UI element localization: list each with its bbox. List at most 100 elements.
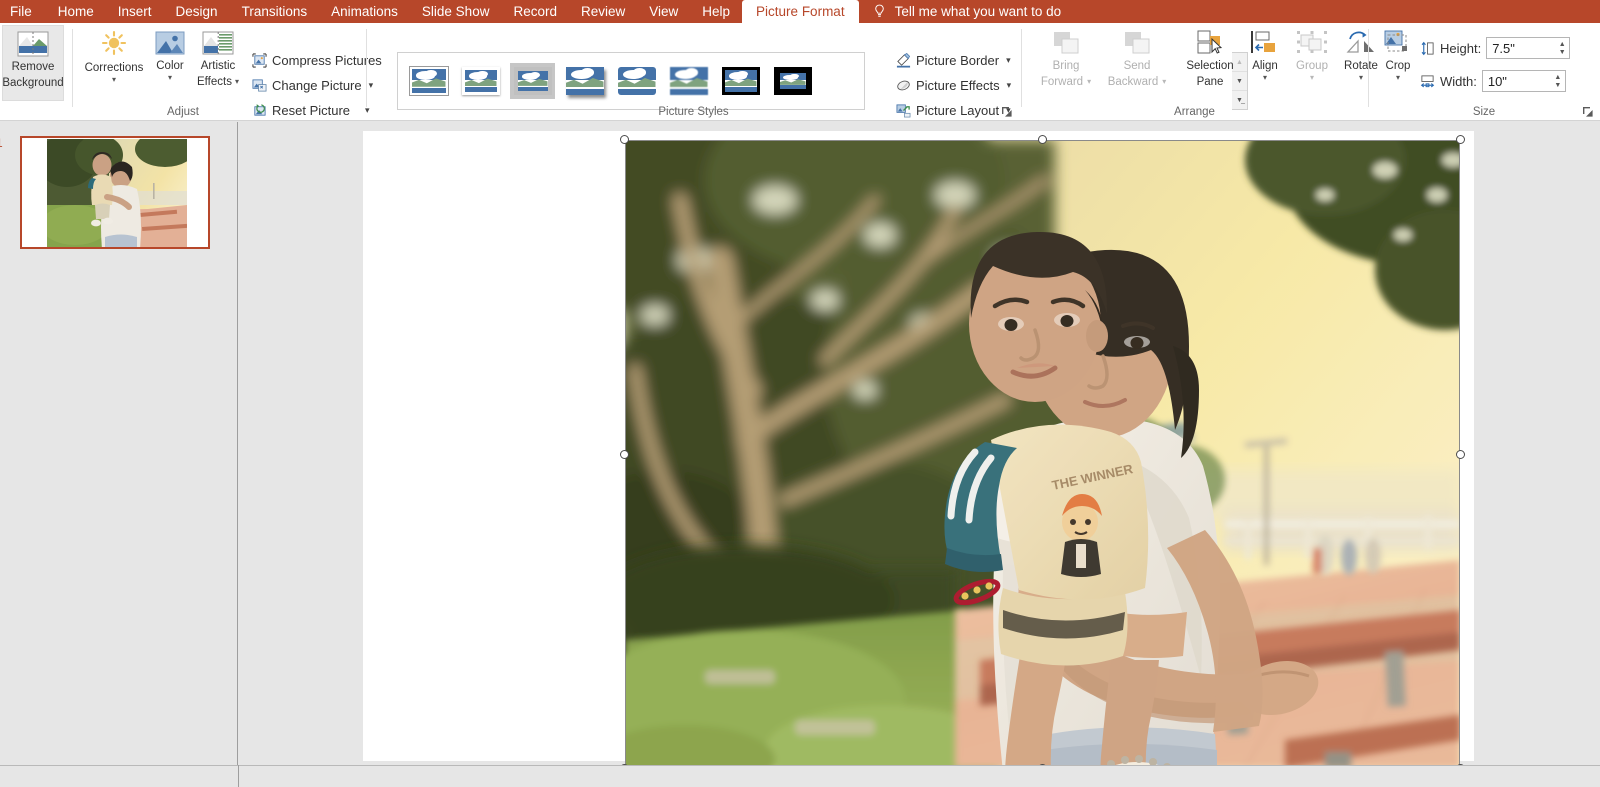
group-button[interactable]: Group ▾ bbox=[1288, 25, 1336, 101]
height-input[interactable]: 7.5" ▲ ▼ bbox=[1486, 37, 1571, 59]
picture-style-5[interactable] bbox=[666, 63, 711, 99]
size-dialog-launcher[interactable] bbox=[1582, 106, 1594, 118]
picture-style-1[interactable] bbox=[458, 63, 503, 99]
chevron-down-icon[interactable]: ▾ bbox=[1396, 73, 1400, 82]
tab-insert[interactable]: Insert bbox=[106, 0, 164, 23]
tab-animations[interactable]: Animations bbox=[319, 0, 410, 23]
workspace: 1 bbox=[0, 122, 1600, 765]
bring-forward-label-2: Forward ▾ bbox=[1040, 75, 1092, 88]
corrections-label: Corrections bbox=[84, 62, 144, 74]
crop-label: Crop bbox=[1385, 60, 1411, 72]
remove-background-label-1: Remove bbox=[11, 61, 55, 73]
width-value: 10" bbox=[1487, 73, 1507, 89]
group-separator bbox=[1021, 29, 1022, 107]
selection-pane-label-2: Pane bbox=[1196, 75, 1224, 88]
tab-transitions[interactable]: Transitions bbox=[230, 0, 320, 23]
group-separator bbox=[72, 29, 73, 107]
ribbon-group-picture-styles: ▲ ▼ ▼̲ Picture Border ▾ Picture Effects … bbox=[366, 23, 1248, 121]
picture-style-0[interactable] bbox=[406, 63, 451, 99]
picture-style-6[interactable] bbox=[718, 63, 763, 99]
tab-file[interactable]: File bbox=[0, 0, 46, 23]
chevron-down-icon[interactable]: ▾ bbox=[168, 73, 172, 82]
tab-view[interactable]: View bbox=[637, 0, 690, 23]
handle-top-center[interactable] bbox=[1038, 135, 1047, 144]
picture-style-4[interactable] bbox=[614, 63, 659, 99]
slide-number-1: 1 bbox=[0, 136, 3, 150]
remove-background-button[interactable]: Remove Background bbox=[2, 25, 64, 101]
height-stepper[interactable]: ▲ ▼ bbox=[1555, 38, 1569, 58]
tab-slide-show[interactable]: Slide Show bbox=[410, 0, 502, 23]
width-input[interactable]: 10" ▲ ▼ bbox=[1481, 70, 1566, 92]
bring-forward-icon bbox=[1054, 32, 1079, 54]
chevron-down-icon[interactable]: ▾ bbox=[1263, 73, 1267, 82]
send-backward-button[interactable]: Send Backward ▾ bbox=[1099, 25, 1175, 101]
align-button[interactable]: Align ▾ bbox=[1242, 25, 1288, 101]
slide-canvas-area[interactable]: THE WINNER bbox=[239, 122, 1600, 765]
crop-button[interactable]: Crop ▾ bbox=[1376, 25, 1420, 101]
width-label: Width: bbox=[1440, 73, 1477, 89]
tab-help[interactable]: Help bbox=[690, 0, 742, 23]
group-label-picture-styles: Picture Styles bbox=[658, 106, 729, 118]
group-separator bbox=[366, 29, 367, 107]
picture-border-button[interactable]: Picture Border ▾ bbox=[893, 49, 1014, 71]
width-icon bbox=[1420, 74, 1435, 87]
handle-middle-right[interactable] bbox=[1456, 450, 1465, 459]
group-label-adjust: Adjust bbox=[167, 106, 199, 118]
ribbon-group-size: Crop ▾ Height: 7.5" ▲ ▼ Width: 10" ▲ ▼ S… bbox=[1368, 23, 1600, 121]
group-label-arrange: Arrange bbox=[1174, 106, 1215, 118]
corrections-sun-icon bbox=[101, 30, 127, 56]
picture-content: THE WINNER bbox=[625, 140, 1460, 765]
artistic-effects-label-2: Effects ▾ bbox=[197, 75, 239, 88]
picture-style-7[interactable] bbox=[770, 63, 815, 99]
picture-effects-button[interactable]: Picture Effects ▾ bbox=[893, 74, 1014, 96]
slide-thumbnail-1[interactable] bbox=[20, 136, 210, 249]
send-backward-label-1: Send bbox=[1123, 60, 1151, 72]
handle-top-right[interactable] bbox=[1456, 135, 1465, 144]
picture-style-2[interactable] bbox=[510, 63, 555, 99]
slide-thumbnail-panel[interactable]: 1 bbox=[0, 122, 238, 765]
remove-background-icon bbox=[17, 31, 49, 57]
chevron-down-icon[interactable]: ▾ bbox=[235, 78, 239, 86]
change-picture-icon bbox=[252, 78, 267, 92]
ribbon: Remove Background Corrections ▾ Color ▾ … bbox=[0, 23, 1600, 121]
selected-picture[interactable]: THE WINNER bbox=[620, 135, 1465, 765]
slide-thumbnail-image bbox=[47, 139, 187, 247]
artistic-effects-button[interactable]: Artistic Effects ▾ bbox=[192, 25, 244, 101]
corrections-button[interactable]: Corrections ▾ bbox=[80, 25, 148, 101]
ribbon-group-arrange: Bring Forward ▾ Send Backward ▾ Selectio… bbox=[1021, 23, 1378, 121]
chevron-down-icon[interactable]: ▾ bbox=[1162, 78, 1166, 86]
send-backward-icon bbox=[1125, 32, 1150, 54]
handle-top-left[interactable] bbox=[620, 135, 629, 144]
tell-me-box[interactable]: Tell me what you want to do bbox=[873, 0, 1061, 23]
change-picture-button[interactable]: Change Picture ▾ bbox=[249, 74, 376, 96]
picture-style-3[interactable] bbox=[562, 63, 607, 99]
tab-record[interactable]: Record bbox=[501, 0, 569, 23]
selection-pane-button[interactable]: Selection Pane bbox=[1178, 25, 1242, 101]
picture-styles-dialog-launcher[interactable] bbox=[1001, 106, 1013, 118]
tab-review[interactable]: Review bbox=[569, 0, 637, 23]
slide-surface[interactable]: THE WINNER bbox=[363, 131, 1474, 765]
group-icon bbox=[1297, 31, 1327, 53]
chevron-down-icon[interactable]: ▾ bbox=[1359, 73, 1363, 82]
group-label: Group bbox=[1296, 60, 1328, 72]
height-label: Height: bbox=[1440, 40, 1482, 56]
tab-design[interactable]: Design bbox=[164, 0, 230, 23]
send-backward-label-2: Backward ▾ bbox=[1107, 75, 1167, 88]
color-picture-icon bbox=[155, 31, 185, 55]
picture-styles-gallery[interactable] bbox=[397, 52, 865, 110]
compress-pictures-button[interactable]: Compress Pictures bbox=[249, 49, 385, 71]
tab-picture-format[interactable]: Picture Format bbox=[742, 0, 859, 23]
width-stepper[interactable]: ▲ ▼ bbox=[1551, 71, 1565, 91]
chevron-down-icon[interactable]: ▾ bbox=[1310, 73, 1314, 82]
chevron-down-icon[interactable]: ▾ bbox=[1087, 78, 1091, 86]
bring-forward-button[interactable]: Bring Forward ▾ bbox=[1033, 25, 1099, 101]
picture-border-icon bbox=[896, 52, 911, 68]
tab-home[interactable]: Home bbox=[46, 0, 106, 23]
height-field-row: Height: 7.5" ▲ ▼ bbox=[1420, 37, 1571, 59]
handle-middle-left[interactable] bbox=[620, 450, 629, 459]
chevron-down-icon[interactable]: ▾ bbox=[1006, 55, 1011, 66]
color-button[interactable]: Color ▾ bbox=[148, 25, 192, 101]
status-bar-divider bbox=[238, 765, 239, 787]
chevron-down-icon[interactable]: ▾ bbox=[1007, 80, 1012, 91]
chevron-down-icon[interactable]: ▾ bbox=[112, 75, 116, 84]
